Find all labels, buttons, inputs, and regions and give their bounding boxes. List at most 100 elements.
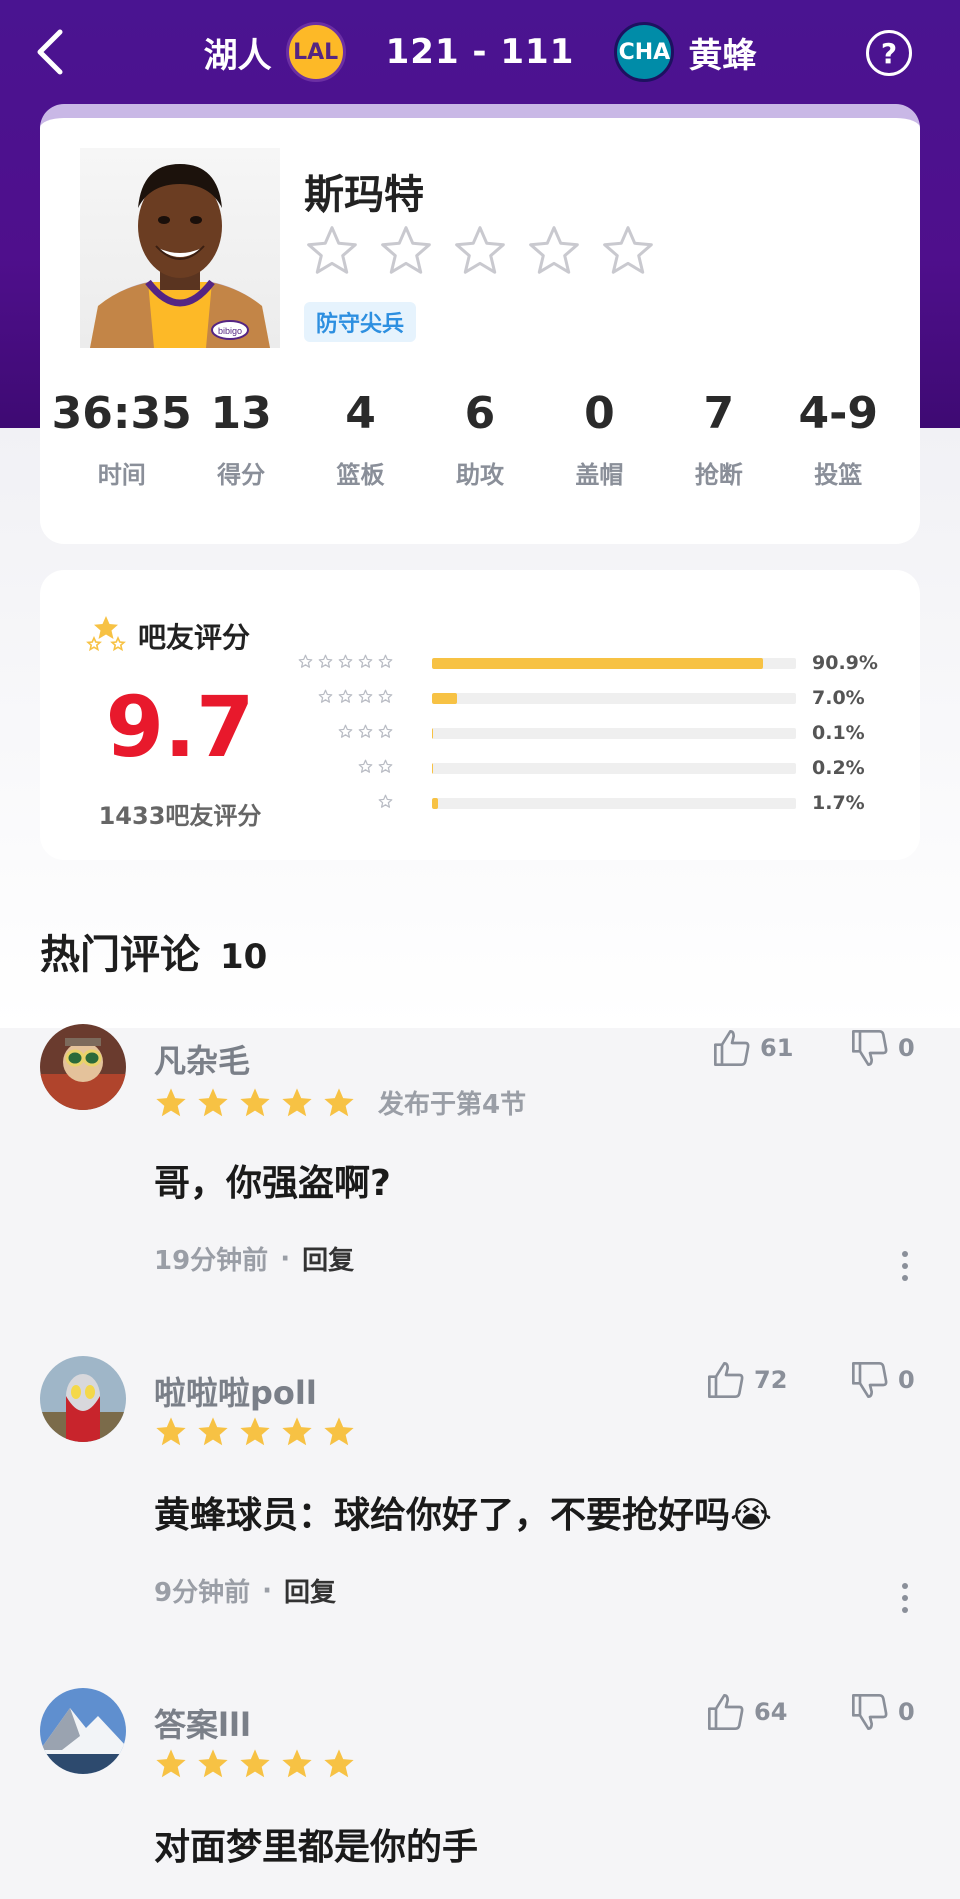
star-filled-icon — [240, 1417, 270, 1446]
comment-username[interactable]: 答案lll — [154, 1700, 251, 1746]
star-outline-icon-group — [378, 794, 393, 816]
star-outline-icon[interactable] — [600, 224, 656, 278]
rating-bar-track — [432, 728, 796, 739]
star-outline-icon — [318, 654, 333, 676]
star-outline-icon — [358, 724, 373, 746]
star-filled-icon — [156, 1087, 186, 1116]
like-count: 64 — [754, 1698, 788, 1726]
star-outline-icon-group — [318, 689, 393, 711]
star-outline-icon — [338, 654, 353, 676]
hot-comments-header: 热门评论 10 — [40, 922, 267, 980]
stat-label: 助攻 — [455, 461, 504, 489]
dislike-button[interactable]: 0 — [850, 1028, 915, 1068]
dislike-count: 0 — [898, 1698, 915, 1726]
rating-bar-track — [432, 658, 796, 669]
help-button[interactable]: ? — [866, 30, 912, 76]
dislike-count: 0 — [898, 1366, 915, 1394]
stat-label: 抢断 — [694, 461, 743, 489]
rating-bar-track — [432, 693, 796, 704]
comment-username[interactable]: 凡杂毛 — [154, 1036, 250, 1082]
scoreboard: 湖人 LAL 121 - 111 CHA 黄蜂 — [0, 20, 960, 84]
avatar[interactable] — [40, 1688, 126, 1774]
player-stats: 36:35 时间 13 得分 4 篮板 6 助攻 0 盖帽 7 抢断 4-9 投… — [40, 388, 920, 490]
lakers-logo[interactable]: LAL — [285, 22, 346, 82]
comment-time: 19分钟前 — [154, 1246, 269, 1276]
player-tag-badge: 防守尖兵 — [304, 302, 417, 342]
like-count: 72 — [754, 1366, 788, 1394]
rating-percent: 0.1% — [812, 722, 865, 744]
stat-value: 36:35 — [51, 388, 192, 439]
rating-bar-track — [432, 763, 796, 774]
rating-bar-fill — [432, 658, 763, 669]
star-outline-icon — [298, 654, 313, 676]
stat-value: 0 — [584, 388, 615, 439]
separator-dot: · — [280, 1243, 291, 1274]
thumbs-up-icon — [708, 1694, 744, 1730]
rating-bar-fill — [432, 798, 439, 809]
stat-blocks: 0 盖帽 — [544, 388, 654, 490]
jersey-sponsor-text: bibigo — [218, 326, 242, 336]
star-outline-icon[interactable] — [526, 224, 582, 278]
star-outline-icon — [358, 759, 373, 781]
home-team-name: 湖人 — [203, 35, 272, 76]
star-filled-icon — [198, 1417, 228, 1446]
comment-meta: 19分钟前 · 回复 — [154, 1240, 354, 1277]
player-rating-stars[interactable] — [304, 224, 656, 278]
question-icon: ? — [880, 36, 898, 70]
star-filled-icon — [156, 1749, 186, 1778]
fan-rating-card: 吧友评分 9.7 1433吧友评分 90.9% 7.0% 0.1% 0.2% 1.7% — [40, 570, 920, 860]
avatar[interactable] — [40, 1356, 126, 1442]
stat-label: 得分 — [217, 461, 266, 489]
more-vertical-icon — [902, 1251, 908, 1281]
stat-steals: 7 抢断 — [664, 388, 774, 490]
reply-button[interactable]: 回复 — [302, 1240, 354, 1277]
rating-bar-fill — [432, 693, 458, 704]
star-filled-icon — [324, 1749, 354, 1778]
fan-rating-header: 吧友评分 — [84, 614, 250, 658]
rating-distribution-row: 0.1% — [300, 722, 900, 759]
comment-time: 9分钟前 — [154, 1578, 251, 1608]
dislike-button[interactable]: 0 — [850, 1692, 915, 1732]
star-outline-icon — [338, 724, 353, 746]
star-outline-icon[interactable] — [304, 224, 360, 278]
stat-assists: 6 助攻 — [425, 388, 535, 490]
like-button[interactable]: 61 — [712, 1028, 793, 1068]
match-header: 湖人 LAL 121 - 111 CHA 黄蜂 ? — [0, 0, 960, 104]
stat-label: 投篮 — [814, 461, 863, 489]
hot-comments-title: 热门评论 — [40, 932, 200, 978]
match-score: 121 - 111 — [385, 32, 575, 72]
more-options-button[interactable] — [895, 1578, 915, 1618]
stat-value: 7 — [703, 388, 735, 439]
like-button[interactable]: 72 — [706, 1360, 787, 1400]
player-portrait-image: bibigo — [90, 164, 270, 348]
dislike-button[interactable]: 0 — [850, 1360, 915, 1400]
more-options-button[interactable] — [895, 1246, 915, 1286]
like-button[interactable]: 64 — [706, 1692, 787, 1732]
star-outline-icon-group — [358, 759, 393, 781]
comment-username[interactable]: 啦啦啦poll — [154, 1368, 317, 1414]
avatar[interactable] — [40, 1024, 126, 1110]
thumbs-down-icon — [852, 1694, 888, 1730]
stat-value: 13 — [210, 388, 272, 439]
star-outline-icon[interactable] — [452, 224, 508, 278]
reply-button[interactable]: 回复 — [284, 1572, 336, 1609]
stat-label: 时间 — [97, 461, 146, 489]
away-team-name: 黄蜂 — [688, 35, 757, 76]
stat-label: 盖帽 — [575, 461, 624, 489]
star-filled-icon — [282, 1087, 312, 1116]
star-filled-icon — [324, 1087, 354, 1116]
star-filled-icon — [240, 1087, 270, 1116]
hornets-logo[interactable]: CHA — [614, 22, 675, 82]
star-outline-icon[interactable] — [378, 224, 434, 278]
thumbs-down-icon — [852, 1030, 888, 1066]
star-filled-icon — [324, 1417, 354, 1446]
comment-text: 黄蜂球员：球给你好了，不要抢好吗😭 — [154, 1495, 773, 1536]
thumbs-up-icon — [708, 1362, 744, 1398]
star-outline-icon — [378, 689, 393, 711]
star-filled-icon — [156, 1417, 186, 1446]
stat-points: 13 得分 — [186, 388, 296, 490]
star-outline-icon — [378, 654, 393, 676]
rating-bar-track — [432, 798, 796, 809]
stars-cluster-icon — [86, 616, 126, 652]
comment-posted-in: 发布于第4节 — [378, 1090, 527, 1120]
